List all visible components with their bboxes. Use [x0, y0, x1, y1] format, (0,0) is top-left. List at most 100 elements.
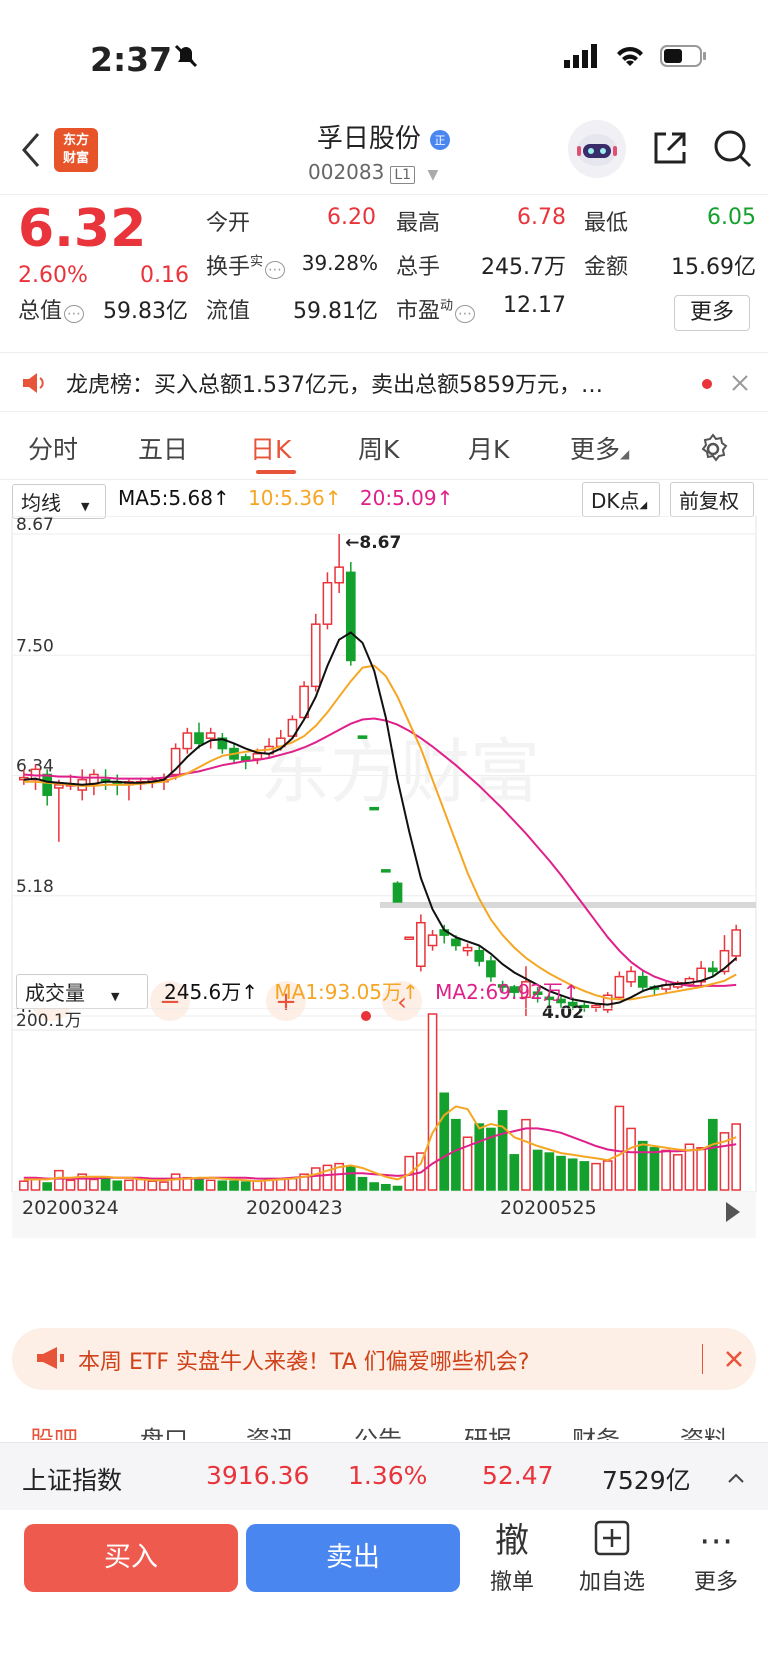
market-index-bar[interactable]: 上证指数 3916.36 1.36% 52.47 7529亿	[0, 1442, 768, 1510]
settings-gear-icon[interactable]	[696, 432, 730, 466]
volume-indicator-select[interactable]: 成交量 ▼	[16, 974, 148, 1009]
volume-bar	[205, 1179, 216, 1191]
subtab-research[interactable]: 研报	[464, 1420, 512, 1440]
sell-button[interactable]: 卖出	[246, 1524, 460, 1592]
subtab-orderbook[interactable]: 盘口	[140, 1420, 188, 1440]
buy-button[interactable]: 买入	[24, 1524, 238, 1592]
candle-body	[205, 732, 216, 739]
chevron-up-icon[interactable]	[726, 1471, 746, 1485]
volume-bar	[264, 1179, 274, 1191]
tab-daily-k[interactable]: 日K	[250, 430, 291, 466]
tab-monthly-k[interactable]: 月K	[468, 430, 509, 466]
assistant-avatar[interactable]	[568, 120, 626, 178]
candle-body	[486, 960, 496, 978]
search-icon[interactable]	[712, 128, 754, 170]
mktcap-label: 总值 ⋯	[18, 293, 85, 325]
stock-name-text: 孚日股份	[316, 124, 421, 154]
date-tick-label: 20200525	[500, 1197, 597, 1219]
index-pct: 1.36%	[348, 1461, 428, 1490]
add-square-icon	[572, 1520, 652, 1564]
info-icon[interactable]: ⋯	[64, 305, 85, 323]
notice-text: 龙虎榜：买入总额1.537亿元，卖出总额5859万元，…	[66, 373, 603, 398]
volume-bar	[65, 1179, 76, 1191]
high-value: 6.78	[517, 205, 566, 230]
etf-promo-banner[interactable]: 本周 ETF 实盘牛人来袭！TA 们偏爱哪些机会?	[12, 1328, 756, 1390]
more-quote-button[interactable]: 更多	[674, 295, 750, 331]
float-value: 59.81亿	[293, 299, 378, 324]
subtab-announcements[interactable]: 公告	[354, 1420, 402, 1440]
signal-icon	[564, 44, 597, 68]
volume-bar	[661, 1149, 671, 1191]
index-value: 3916.36	[206, 1461, 310, 1490]
info-icon[interactable]: ⋯	[265, 261, 286, 279]
candle-body	[334, 566, 344, 584]
volume-bar	[521, 1118, 531, 1191]
volume-bar	[240, 1181, 251, 1191]
vol-ma2-legend: MA2:69.92万↑	[435, 980, 580, 1004]
cancel-order-button[interactable]: 撤 撤单	[472, 1520, 552, 1596]
battery-icon	[660, 45, 706, 67]
stock-header: 东方 财富 孚日股份 正 002083 L1 ▼	[0, 110, 768, 194]
tab-weekly-k[interactable]: 周K	[358, 430, 399, 466]
status-time: 2:37	[90, 40, 173, 79]
add-watchlist-label: 加自选	[578, 1570, 645, 1595]
volume-bar	[707, 1118, 718, 1191]
candle-body	[54, 784, 64, 789]
subtab-financials[interactable]: 财务	[572, 1420, 620, 1440]
volume-bar	[275, 1178, 286, 1191]
trade-action-bar: 买入 卖出 撤 撤单 加自选 ⋯ 更多	[0, 1510, 768, 1670]
candle-body	[451, 938, 461, 947]
subtab-forum[interactable]: 股吧	[30, 1420, 78, 1440]
stock-code[interactable]: 002083 L1 ▼	[308, 160, 438, 184]
volume-bar	[194, 1178, 204, 1191]
robot-icon	[577, 134, 617, 166]
close-icon[interactable]	[730, 373, 750, 393]
pe-label: 市盈动 ⋯	[396, 293, 476, 325]
dk-point-button[interactable]: DK点◢	[582, 482, 660, 517]
volume-max-label: 200.1万	[16, 1011, 82, 1031]
tab-intraday[interactable]: 分时	[28, 430, 78, 466]
megaphone-icon	[37, 1347, 64, 1369]
add-watchlist-button[interactable]: 加自选	[572, 1520, 652, 1596]
quote-panel: 6.32 2.60% 0.16 今开 6.20 最高 6.78 最低 6.05 …	[0, 194, 768, 344]
level-badge: L1	[390, 166, 416, 184]
amount-value: 15.69亿	[671, 255, 756, 280]
indicator-select[interactable]: 均线 ▼	[12, 484, 106, 519]
volume-chart[interactable]: 200.1万 20200324 20200423 20200525	[0, 1008, 768, 1238]
candle-body	[416, 921, 426, 967]
price-tick-label: 5.18	[16, 877, 54, 897]
tab-more[interactable]: 更多◢	[570, 430, 629, 466]
candle-body	[369, 806, 379, 811]
volume-bar	[89, 1178, 99, 1191]
volume-bar	[345, 1166, 356, 1191]
subtab-news[interactable]: 资讯	[246, 1420, 294, 1440]
low-label: 最低	[584, 211, 629, 236]
share-icon[interactable]	[650, 128, 690, 168]
more-actions-label: 更多	[693, 1570, 738, 1595]
candle-body	[474, 949, 485, 962]
cancel-icon: 撤	[495, 1521, 529, 1561]
active-tab-indicator	[256, 470, 296, 474]
candle-body	[427, 934, 438, 947]
ma10-legend: 10:5.36↑	[248, 486, 342, 510]
index-amount: 7529亿	[602, 1466, 691, 1495]
volume-bar	[392, 1185, 403, 1191]
volume-bar	[544, 1152, 555, 1191]
close-icon[interactable]	[724, 1349, 744, 1369]
candle-body	[357, 735, 368, 739]
tab-five-day[interactable]: 五日	[138, 430, 188, 466]
info-icon[interactable]: ⋯	[455, 305, 476, 323]
last-price: 6.32	[18, 199, 147, 259]
adjust-button[interactable]: 前复权	[670, 482, 754, 517]
svg-text:正: 正	[435, 134, 446, 147]
status-icons	[174, 44, 708, 68]
pe-sup: 动	[440, 298, 454, 314]
turnover-label: 换手实 ⋯	[206, 249, 286, 281]
stock-code-text: 002083	[308, 160, 385, 184]
more-actions-button[interactable]: ⋯ 更多	[676, 1520, 756, 1596]
volume-bar	[100, 1177, 111, 1191]
volume-bar	[602, 1160, 613, 1191]
dragon-tiger-notice[interactable]: 龙虎榜：买入总额1.537亿元，卖出总额5859万元，…	[0, 352, 768, 412]
subtab-profile[interactable]: 资料	[680, 1420, 728, 1440]
volume-bar	[369, 1182, 379, 1191]
